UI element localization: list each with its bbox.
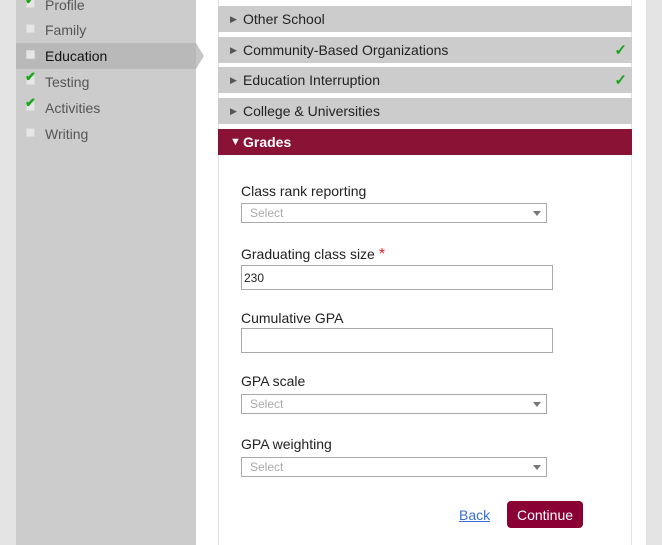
select-value: Select xyxy=(250,206,284,220)
expand-triangle-icon: ▶ xyxy=(230,74,237,85)
accordion-community-based-organizations[interactable]: ▶ Community-Based Organizations ✓ xyxy=(218,37,632,63)
sidebar-item-activities[interactable]: ✔ Activities xyxy=(16,95,196,121)
cumulative-gpa-label: Cumulative GPA xyxy=(241,310,344,326)
sidebar-item-testing[interactable]: ✔ Testing xyxy=(16,69,196,95)
sidebar-item-family[interactable]: Family xyxy=(16,17,196,43)
back-link[interactable]: Back xyxy=(459,507,490,523)
gpa-weighting-label: GPA weighting xyxy=(241,436,332,452)
right-gutter xyxy=(646,0,662,545)
active-item-pointer xyxy=(196,43,204,69)
accordion-education-interruption[interactable]: ▶ Education Interruption ✓ xyxy=(218,67,632,93)
dropdown-caret-icon xyxy=(533,465,541,470)
class-size-label-text: Graduating class size xyxy=(241,246,375,262)
checkbox-icon xyxy=(26,128,35,137)
sidebar-item-label: Education xyxy=(45,48,108,64)
dropdown-caret-icon xyxy=(533,402,541,407)
sidebar-item-writing[interactable]: Writing xyxy=(16,121,196,147)
sidebar-item-label: Testing xyxy=(45,74,90,90)
required-asterisk: * xyxy=(378,246,386,263)
sidebar-item-label: Activities xyxy=(45,100,101,116)
dropdown-caret-icon xyxy=(533,211,541,216)
checkmark-icon: ✔ xyxy=(25,0,36,6)
checkmark-icon: ✔ xyxy=(25,69,36,84)
checkmark-icon: ✔ xyxy=(25,95,36,110)
gpa-weighting-select[interactable]: Select xyxy=(241,457,547,477)
sidebar-item-label: Family xyxy=(45,22,87,38)
sidebar-item-label: Profile xyxy=(45,0,85,13)
sidebar-item-profile[interactable]: ✔ Profile xyxy=(16,0,196,18)
accordion-grades[interactable]: ▼ Grades xyxy=(218,129,632,155)
gpa-scale-select[interactable]: Select xyxy=(241,394,547,414)
sidebar-item-label: Writing xyxy=(45,126,89,142)
class-rank-label: Class rank reporting xyxy=(241,183,367,199)
accordion-label: Community-Based Organizations xyxy=(243,42,449,58)
accordion-label: Grades xyxy=(243,134,292,150)
expand-triangle-icon: ▶ xyxy=(230,44,237,55)
class-rank-select[interactable]: Select xyxy=(241,203,547,223)
accordion-label: Other School xyxy=(243,11,325,27)
accordion-label: College & Universities xyxy=(243,103,380,119)
expand-triangle-icon: ▶ xyxy=(230,13,237,24)
left-gutter xyxy=(0,0,16,545)
sidebar-item-education[interactable]: Education xyxy=(16,43,196,69)
checkbox-icon xyxy=(26,24,35,33)
complete-check-icon: ✓ xyxy=(614,72,627,89)
select-value: Select xyxy=(250,397,284,411)
class-size-label: Graduating class size * xyxy=(241,246,385,264)
collapse-triangle-icon: ▼ xyxy=(230,136,241,148)
cumulative-gpa-input[interactable] xyxy=(241,328,553,353)
class-size-input[interactable] xyxy=(241,265,553,290)
checkbox-icon xyxy=(26,50,35,59)
complete-check-icon: ✓ xyxy=(614,42,627,59)
accordion-label: Education Interruption xyxy=(243,72,380,88)
accordion-college-universities[interactable]: ▶ College & Universities xyxy=(218,98,632,124)
gpa-scale-label: GPA scale xyxy=(241,373,306,389)
accordion-other-school[interactable]: ▶ Other School xyxy=(218,6,632,32)
continue-button[interactable]: Continue xyxy=(507,501,583,528)
select-value: Select xyxy=(250,460,284,474)
expand-triangle-icon: ▶ xyxy=(230,105,237,116)
sidebar-nav: ✔ Profile Family Education ✔ Testing ✔ A… xyxy=(16,0,196,545)
